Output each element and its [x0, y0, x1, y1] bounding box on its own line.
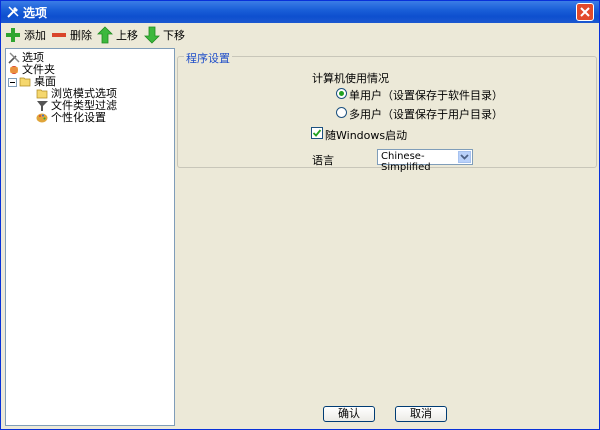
minus-icon	[52, 33, 66, 37]
tree-item-label: 个性化设置	[51, 111, 106, 124]
settings-panel: 程序设置 计算机使用情况 单用户（设置保存于软件目录） 多用户（设置保存于用户目…	[177, 48, 597, 424]
checkmark-icon	[312, 129, 322, 137]
arrow-down-icon	[144, 26, 160, 44]
single-user-label[interactable]: 单用户（设置保存于软件目录）	[349, 87, 503, 103]
add-label: 添加	[24, 29, 46, 42]
move-up-button[interactable]: 上移	[97, 25, 138, 45]
ok-button[interactable]: 确认	[323, 406, 375, 422]
language-select[interactable]: Chinese-Simplified	[377, 149, 473, 173]
program-settings-group: 程序设置 计算机使用情况 单用户（设置保存于软件目录） 多用户（设置保存于用户目…	[177, 50, 597, 173]
startup-label[interactable]: 随Windows启动	[325, 127, 407, 143]
multi-user-label[interactable]: 多用户（设置保存于用户目录）	[349, 106, 503, 122]
folder-icon	[10, 66, 18, 74]
startup-checkbox[interactable]	[311, 127, 323, 139]
tree-item-desktop[interactable]: 桌面	[8, 76, 56, 88]
title-bar[interactable]: 选项	[1, 1, 599, 23]
single-user-radio[interactable]	[336, 88, 347, 99]
arrow-up-icon	[97, 26, 113, 44]
usage-title: 计算机使用情况	[312, 72, 389, 85]
move-down-button[interactable]: 下移	[144, 25, 185, 45]
plus-icon	[6, 28, 20, 42]
move-down-label: 下移	[163, 29, 185, 42]
close-button[interactable]	[576, 3, 594, 21]
language-label: 语言	[312, 154, 334, 167]
filter-icon	[37, 101, 48, 111]
add-button[interactable]: 添加	[5, 25, 46, 45]
group-title: 程序设置	[184, 50, 232, 66]
window-title: 选项	[23, 6, 48, 20]
toolbar: 添加 删除 上移 下移	[1, 23, 599, 47]
options-dialog: 选项 添加 删除 上移 下移 选项 文件夹 桌面 浏览模式选项 文件类型过滤 个…	[0, 0, 600, 430]
close-icon	[580, 7, 590, 17]
tools-icon	[5, 4, 21, 20]
folder-open-icon	[19, 77, 31, 87]
delete-label: 删除	[70, 29, 92, 42]
move-up-label: 上移	[116, 29, 138, 42]
delete-button[interactable]: 删除	[51, 25, 92, 45]
options-tree[interactable]: 选项 文件夹 桌面 浏览模式选项 文件类型过滤 个性化设置	[5, 48, 175, 426]
options-icon	[8, 52, 20, 64]
collapse-icon[interactable]	[8, 77, 17, 87]
folder-open-icon	[36, 89, 48, 99]
chevron-down-icon[interactable]	[458, 151, 471, 163]
cancel-button[interactable]: 取消	[395, 406, 447, 422]
multi-user-radio[interactable]	[336, 107, 347, 118]
tree-item-personalize[interactable]: 个性化设置	[36, 112, 106, 124]
palette-icon	[36, 113, 48, 123]
